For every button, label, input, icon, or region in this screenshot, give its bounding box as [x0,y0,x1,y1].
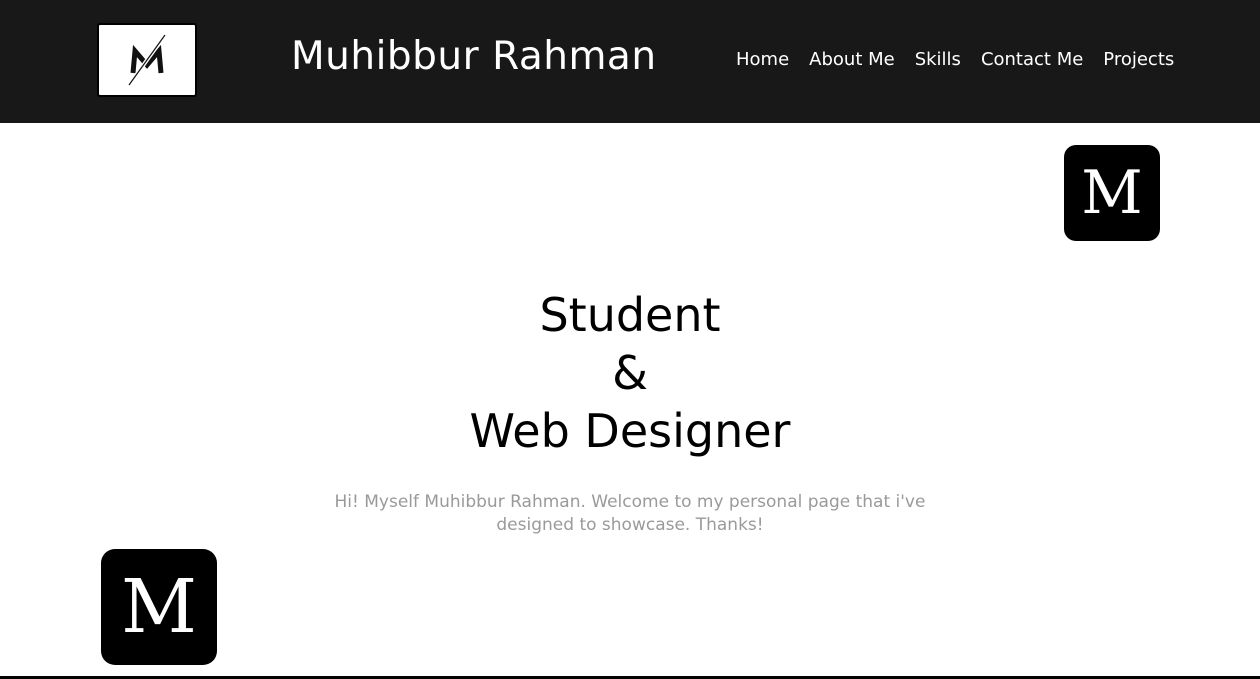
main-nav: Home About Me Skills Contact Me Projects [736,46,1174,74]
brand-name: Muhibbur Rahman [291,34,657,79]
nav-projects-link[interactable]: Projects [1103,46,1174,74]
hero-heading: Student & Web Designer [330,286,930,460]
intro-text: Hi! Myself Muhibbur Rahman. Welcome to m… [334,492,926,535]
hero-line-web-designer: Web Designer [469,404,791,458]
m-badge-letter: M [121,564,197,650]
hero-line-ampersand: & [612,346,648,400]
hero-line-student: Student [539,288,721,342]
slashed-m-logo-icon [127,33,167,87]
m-badge-letter: M [1081,158,1143,228]
site-logo[interactable] [97,23,197,97]
nav-skills-link[interactable]: Skills [915,46,961,74]
m-badge-icon-top: M [1064,145,1160,241]
site-header: Muhibbur Rahman Home About Me Skills Con… [0,0,1260,123]
m-badge-icon-bottom: M [101,549,217,665]
nav-home-link[interactable]: Home [736,46,789,74]
nav-about-link[interactable]: About Me [809,46,895,74]
nav-contact-link[interactable]: Contact Me [981,46,1083,74]
